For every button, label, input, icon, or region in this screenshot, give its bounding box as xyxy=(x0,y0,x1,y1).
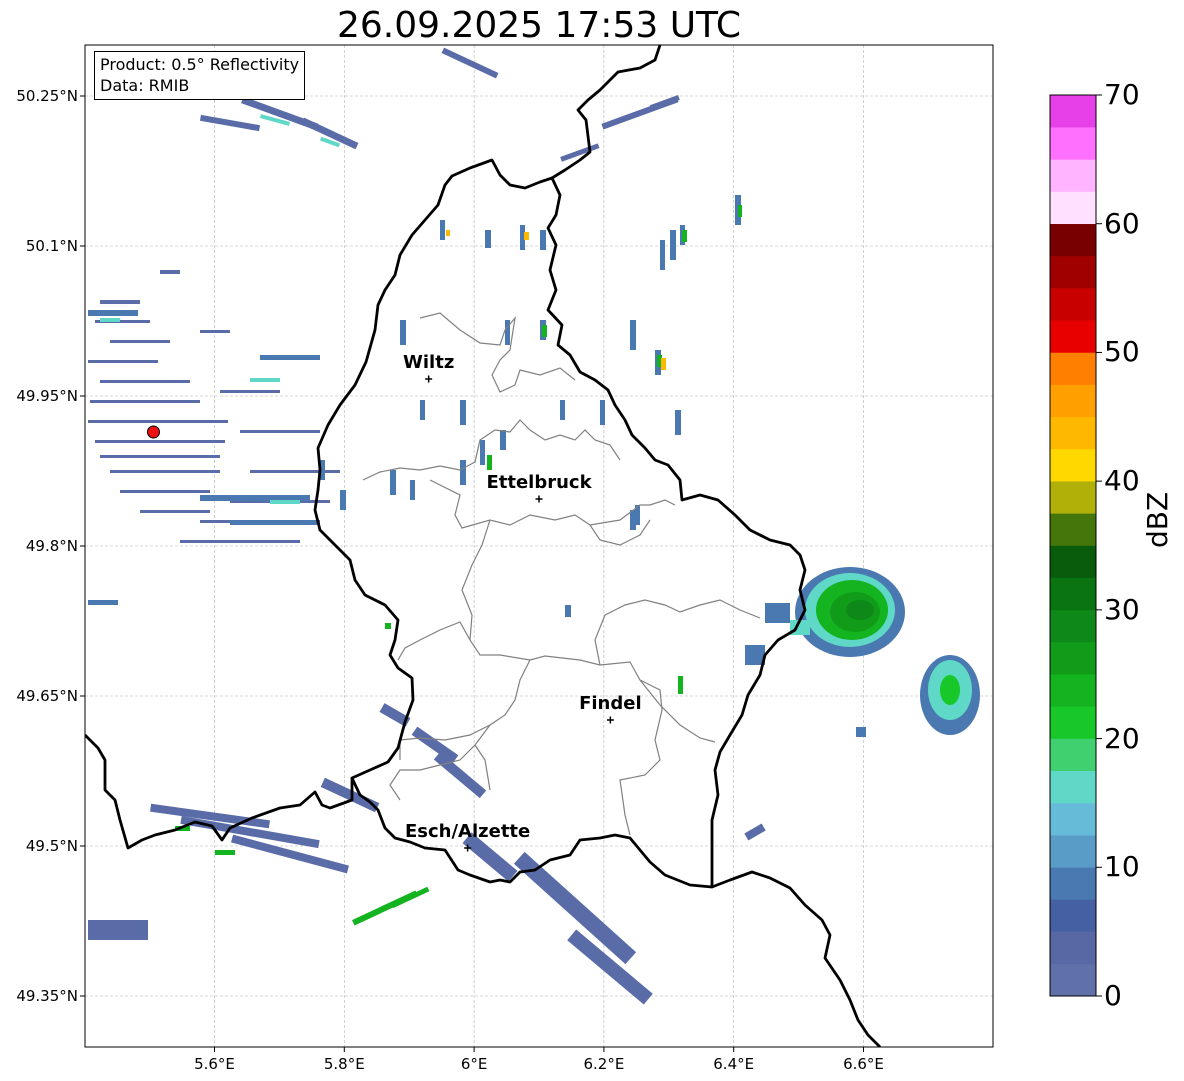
city-label: Ettelbruck xyxy=(486,472,592,493)
lon-tick-label: 6.6°E xyxy=(843,1055,884,1073)
lon-tick-label: 6°E xyxy=(460,1055,488,1073)
colorbar-segment xyxy=(1050,545,1096,578)
colorbar-segment xyxy=(1050,706,1096,739)
colorbar-segment xyxy=(1050,642,1096,675)
city-label: Esch/Alzette xyxy=(404,821,531,842)
lon-tick-label: 6.2°E xyxy=(583,1055,625,1073)
colorbar-tick-label: 60 xyxy=(1104,206,1140,240)
colorbar-segment xyxy=(1050,320,1096,353)
lat-tick-label: 50.25°N xyxy=(16,87,78,105)
colorbar-tick-label: 10 xyxy=(1104,850,1140,884)
colorbar-tick-label: 30 xyxy=(1104,592,1140,626)
colorbar-tick-label: 40 xyxy=(1104,464,1140,498)
colorbar-segment xyxy=(1050,577,1096,611)
colorbar-segment xyxy=(1050,255,1096,289)
colorbar-tick-label: 50 xyxy=(1104,335,1140,369)
colorbar-segment xyxy=(1050,352,1096,385)
colorbar-segment xyxy=(1050,835,1096,868)
colorbar-segment xyxy=(1050,513,1096,546)
lat-tick-label: 49.65°N xyxy=(16,687,78,705)
colorbar-label: dBZ xyxy=(1141,491,1174,548)
product-label: Product: 0.5° Reflectivity xyxy=(100,55,300,74)
colorbar-segment xyxy=(1050,416,1096,450)
colorbar-segment xyxy=(1050,223,1096,257)
colorbar-tick-label: 0 xyxy=(1104,979,1122,1012)
colorbar-segment xyxy=(1050,770,1096,804)
lat-tick-label: 49.5°N xyxy=(25,837,78,855)
colorbar-segment xyxy=(1050,931,1096,965)
colorbar-segment xyxy=(1050,899,1096,932)
colorbar-tick-label: 70 xyxy=(1104,78,1140,111)
colorbar-segment xyxy=(1050,95,1096,128)
colorbar-segment xyxy=(1050,674,1096,707)
colorbar-segment xyxy=(1050,288,1096,321)
colorbar-segment xyxy=(1050,127,1096,160)
colorbar-segment xyxy=(1050,159,1096,192)
colorbar-segment xyxy=(1050,738,1096,772)
product-info-box: Product: 0.5° Reflectivity Data: RMIB xyxy=(94,51,306,100)
lat-tick-label: 50.1°N xyxy=(25,237,78,255)
lon-tick-label: 5.8°E xyxy=(323,1055,365,1073)
colorbar-segment xyxy=(1050,191,1096,225)
colorbar-tick-label: 20 xyxy=(1104,721,1140,755)
colorbar xyxy=(1050,95,1096,997)
data-source-label: Data: RMIB xyxy=(100,76,190,95)
colorbar-segment xyxy=(1050,448,1096,482)
colorbar-segment xyxy=(1050,867,1096,900)
lon-tick-label: 5.6°E xyxy=(194,1055,235,1073)
lat-tick-label: 49.35°N xyxy=(16,987,78,1005)
colorbar-segment xyxy=(1050,802,1096,836)
radar-site-marker xyxy=(146,425,160,439)
colorbar-segment xyxy=(1050,609,1096,643)
lon-tick-label: 6.4°E xyxy=(713,1055,755,1073)
lat-tick-label: 49.95°N xyxy=(16,387,78,405)
colorbar-segment xyxy=(1050,963,1096,997)
radar-map xyxy=(80,44,1102,1052)
colorbar-segment xyxy=(1050,384,1096,418)
colorbar-ticks xyxy=(1096,94,1102,997)
city-label: Findel xyxy=(579,693,642,714)
colorbar-segment xyxy=(1050,481,1096,514)
lat-tick-label: 49.8°N xyxy=(25,537,78,555)
city-label: Wiltz xyxy=(403,352,455,373)
